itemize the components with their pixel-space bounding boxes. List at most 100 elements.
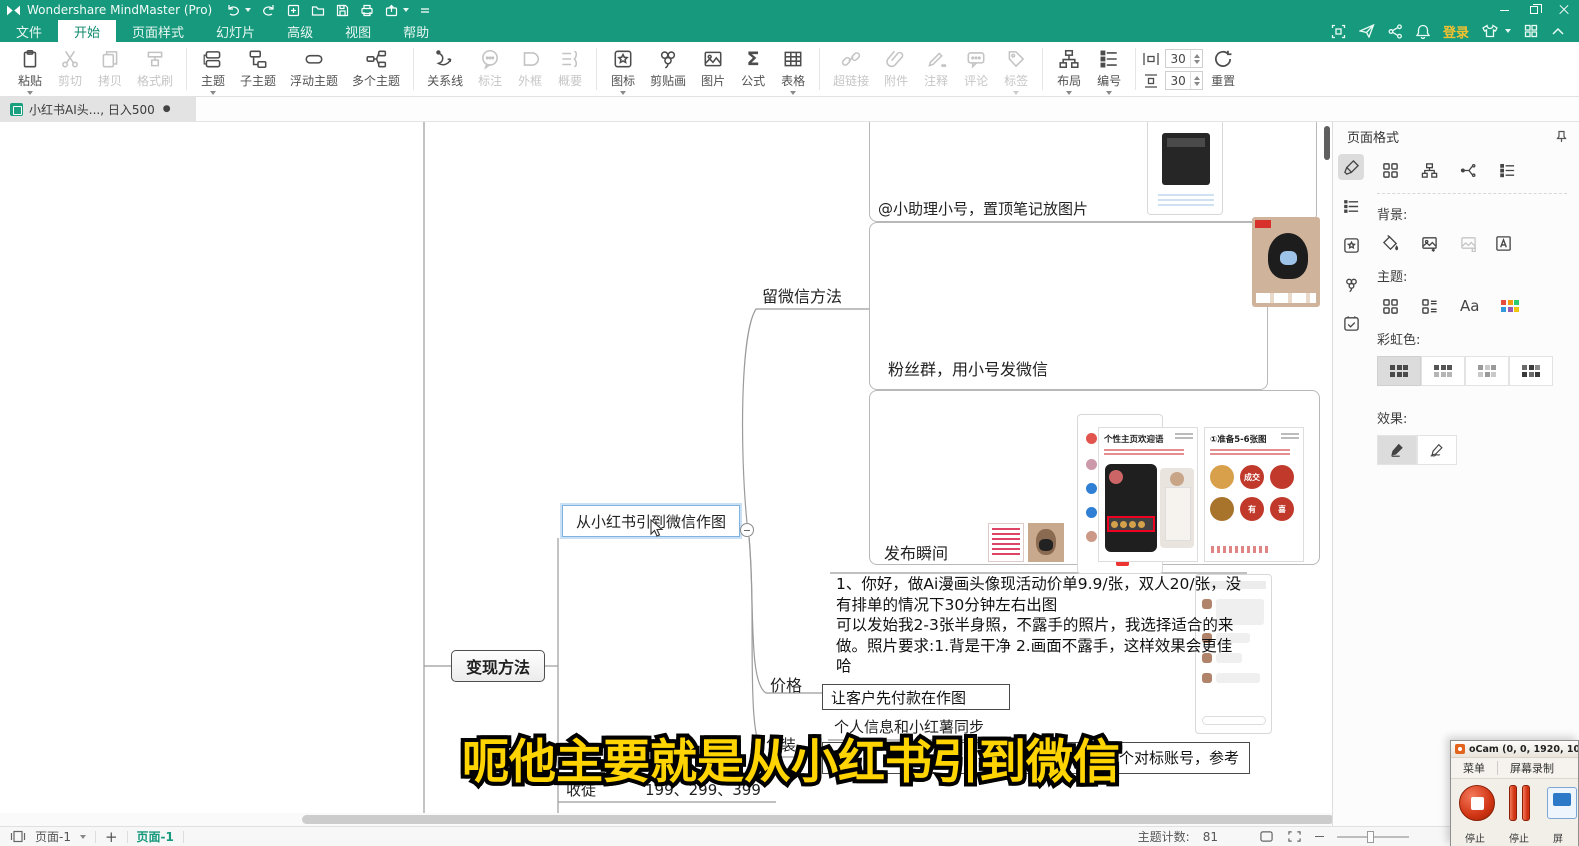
menu-slideshow[interactable]: 幻灯片 (200, 20, 271, 42)
collapse-toggle-button[interactable] (740, 523, 754, 537)
zoom-slider[interactable] (1337, 836, 1409, 838)
vertical-spacing-input[interactable]: 30 (1165, 71, 1203, 90)
comment-button[interactable]: 评论 (956, 42, 996, 89)
ocam-menu-button[interactable]: 菜单 (1451, 760, 1497, 776)
map-layout-dropdown[interactable] (1377, 158, 1408, 183)
summary-button[interactable]: 概要 (550, 42, 590, 89)
ocam-stop-button[interactable] (1459, 785, 1495, 821)
send-icon[interactable] (1359, 24, 1375, 38)
menu-help[interactable]: 帮助 (387, 20, 445, 42)
subtopic-button[interactable]: 子主题 (233, 42, 283, 89)
export-icon[interactable] (385, 4, 398, 17)
spin-up-icon[interactable] (1194, 76, 1200, 80)
node-pay-first[interactable]: 让客户先付款在作图 (822, 684, 1010, 710)
close-button[interactable] (1549, 0, 1579, 20)
floating-topic-button[interactable]: 浮动主题 (283, 42, 345, 89)
clipart-library-button[interactable] (1338, 271, 1364, 297)
print-icon[interactable] (360, 4, 374, 17)
icon-library-button[interactable] (1338, 232, 1364, 258)
ocam-pause-button[interactable] (1509, 785, 1531, 821)
remove-background-button[interactable] (1455, 231, 1482, 256)
spin-down-icon[interactable] (1194, 60, 1200, 64)
formula-button[interactable]: Σ 公式 (733, 42, 773, 89)
undo-caret-icon[interactable] (245, 8, 251, 12)
menu-file[interactable]: 文件 (0, 20, 58, 42)
spin-down-icon[interactable] (1194, 82, 1200, 86)
format-tool-button[interactable] (1338, 154, 1364, 180)
fill-color-dropdown[interactable] (1377, 231, 1408, 256)
assistant-note-text[interactable]: @小助理小号，置顶笔记放图片 (878, 198, 1088, 219)
new-document-icon[interactable] (287, 4, 300, 17)
hyperlink-button[interactable]: 超链接 (826, 42, 876, 89)
attachment-button[interactable]: 附件 (876, 42, 916, 89)
layout-button[interactable]: 布局 (1049, 42, 1089, 95)
fit-to-window-icon[interactable] (1259, 830, 1274, 843)
icon-button[interactable]: 图标 (603, 42, 643, 95)
zoom-slider-handle[interactable] (1367, 831, 1374, 843)
fullscreen-icon[interactable] (1287, 830, 1302, 843)
menu-home[interactable]: 开始 (58, 20, 116, 42)
effect-option-sketch[interactable] (1417, 435, 1457, 465)
numbering-button[interactable]: 编号 (1089, 42, 1129, 95)
add-page-button[interactable]: + (105, 828, 118, 846)
horizontal-scrollbar-thumb[interactable] (302, 815, 1332, 824)
ocam-record-tab[interactable]: 屏幕录制 (1498, 760, 1566, 776)
tag-button[interactable]: 标签 (996, 42, 1036, 95)
fan-group-text[interactable]: 粉丝群，用小号发微信 (888, 356, 1048, 380)
collapse-ribbon-icon[interactable] (1551, 27, 1565, 36)
node-monetization-method[interactable]: 变现方法 (451, 650, 545, 682)
theme-font-dropdown[interactable]: Aa (1455, 293, 1488, 319)
open-folder-icon[interactable] (311, 4, 325, 17)
node-price-description[interactable]: 1、你好，做Ai漫画头像现活动价单9.9/张，双人20/张，没 有排单的情况下3… (836, 574, 1250, 677)
relation-button[interactable]: 关系线 (420, 42, 470, 89)
horizontal-scrollbar-track[interactable] (0, 813, 1332, 826)
node-price[interactable]: 价格 (770, 672, 802, 696)
task-panel-button[interactable] (1338, 310, 1364, 336)
share-icon[interactable] (1388, 24, 1403, 39)
apps-grid-icon[interactable] (1524, 24, 1538, 38)
active-page-tab[interactable]: 页面-1 (137, 828, 174, 845)
pin-panel-icon[interactable] (1556, 130, 1567, 143)
callout-button[interactable]: 标注 (470, 42, 510, 89)
rainbow-option-3[interactable] (1465, 356, 1509, 386)
theme-color-dropdown[interactable] (1496, 296, 1528, 316)
tshirt-icon[interactable] (1482, 24, 1498, 38)
mindmap-canvas[interactable]: @小助理小号，置顶笔记放图片 粉丝群，用小号发微信 发布瞬间 (0, 122, 1332, 826)
effect-option-normal[interactable] (1377, 435, 1417, 465)
table-button[interactable]: 表格 (773, 42, 813, 95)
zoom-out-icon[interactable] (1315, 836, 1324, 838)
ocam-screen-button[interactable] (1547, 787, 1577, 819)
ocam-title-bar[interactable]: oCam (0, 0, 1920, 108 (1451, 741, 1578, 758)
node-keep-wechat-method[interactable]: 留微信方法 (762, 283, 842, 307)
format-painter-button[interactable]: 格式刷 (130, 42, 180, 89)
export-caret-icon[interactable] (403, 8, 409, 12)
menu-view[interactable]: 视图 (329, 20, 387, 42)
customize-toolbar-icon[interactable] (420, 5, 430, 15)
notification-bell-icon[interactable] (1416, 24, 1430, 39)
login-button[interactable]: 登录 (1443, 22, 1469, 41)
save-icon[interactable] (336, 4, 349, 17)
connector-style-dropdown[interactable] (1455, 158, 1486, 183)
reset-button[interactable]: 重置 (1203, 42, 1243, 89)
numbering-dropdown[interactable] (1494, 158, 1525, 183)
document-tab[interactable]: 小红书AI头..., 日入500 ● (0, 97, 196, 121)
page-dropdown[interactable]: 页面-1 (35, 828, 71, 845)
minimize-button[interactable] (1489, 0, 1519, 20)
publish-moment-text[interactable]: 发布瞬间 (884, 540, 948, 564)
watermark-dropdown[interactable] (1490, 231, 1521, 256)
menu-advanced[interactable]: 高级 (271, 20, 329, 42)
multi-topic-button[interactable]: 多个主题 (345, 42, 407, 89)
page-dropdown-caret-icon[interactable] (80, 835, 86, 839)
scan-qr-icon[interactable] (1331, 24, 1346, 39)
rainbow-option-2[interactable] (1421, 356, 1465, 386)
clipart-button[interactable]: 剪贴画 (643, 42, 693, 89)
cut-button[interactable]: 剪切 (50, 42, 90, 89)
rainbow-option-4[interactable] (1509, 356, 1553, 386)
theme-layout-dropdown[interactable] (1416, 294, 1447, 319)
vertical-scrollbar[interactable] (1324, 126, 1330, 160)
spin-up-icon[interactable] (1194, 54, 1200, 58)
structure-dropdown[interactable] (1416, 158, 1447, 183)
horizontal-spacing-input[interactable]: 30 (1165, 49, 1203, 68)
background-image-dropdown[interactable] (1416, 231, 1447, 256)
paste-button[interactable]: 粘贴 (10, 42, 50, 95)
